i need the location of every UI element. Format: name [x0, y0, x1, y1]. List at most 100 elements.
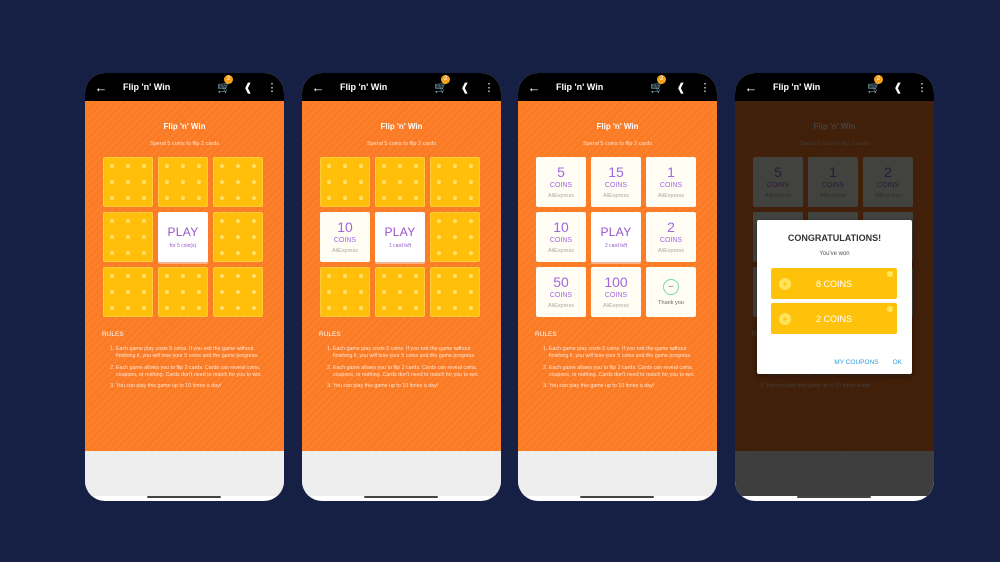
card-value: 2 [667, 219, 675, 235]
app-bar: ← Flip 'n' Win 🛒 2 ❰ ⋮ [518, 73, 717, 101]
back-arrow-icon[interactable]: ← [737, 80, 765, 95]
card-brand: AliExpress [603, 303, 629, 309]
app-bar: ← Flip 'n' Win 🛒 2 ❰ ⋮ [735, 73, 934, 101]
back-arrow-icon[interactable]: ← [304, 80, 332, 95]
card-hidden[interactable] [320, 267, 370, 317]
card-hidden[interactable] [158, 267, 208, 317]
more-vert-icon[interactable]: ⋮ [693, 81, 717, 94]
bottom-area [302, 451, 501, 496]
game-content: Flip 'n' Win Spend 5 coins to flip 2 car… [302, 101, 501, 451]
rules-section: RULES Each game play costs 5 coins. If y… [319, 331, 487, 394]
rules-title: RULES [102, 331, 124, 338]
play-button[interactable]: PLAY for 5 coin(s) [158, 212, 208, 262]
share-icon[interactable]: ❰ [886, 81, 910, 94]
share-icon[interactable]: ❰ [453, 81, 477, 94]
play-button[interactable]: PLAY 1 card left [375, 212, 425, 262]
game-subtitle: Spend 5 coins to flip 2 cards [149, 141, 220, 147]
cart-badge: 2 [441, 74, 450, 84]
card-hidden[interactable] [375, 157, 425, 207]
phone-screen-3: ← Flip 'n' Win 🛒 2 ❰ ⋮ Flip 'n' Win Spend… [518, 73, 717, 501]
card-unit: COINS [549, 237, 573, 244]
rules-section: RULES Each game play costs 5 coins. If y… [102, 331, 270, 394]
back-arrow-icon[interactable]: ← [520, 80, 548, 95]
card-hidden[interactable] [320, 157, 370, 207]
card-value: 50 [553, 274, 569, 290]
play-label: PLAY [384, 225, 416, 239]
card-hidden[interactable] [213, 212, 263, 262]
card-hidden[interactable] [213, 267, 263, 317]
rules-title: RULES [319, 331, 341, 338]
play-button[interactable]: PLAY 2 card left [591, 212, 641, 262]
card-revealed: 10 COINS AliExpress [320, 212, 370, 262]
card-hidden[interactable] [103, 212, 153, 262]
sparkle-icon [887, 306, 893, 312]
card-revealed: 5 COINS AliExpress [536, 157, 586, 207]
game-content: Flip 'n' Win Spend 5 coins to flip 2 car… [85, 101, 284, 451]
card-value: 5 [557, 164, 565, 180]
card-hidden[interactable] [430, 212, 480, 262]
game-title: Flip 'n' Win [596, 122, 639, 131]
cart-icon[interactable]: 🛒 2 [645, 74, 669, 94]
home-indicator[interactable] [580, 496, 654, 498]
app-title: Flip 'n' Win [123, 82, 171, 92]
ok-button[interactable]: OK [893, 359, 902, 366]
cart-badge: 2 [657, 74, 666, 84]
game-title: Flip 'n' Win [380, 122, 423, 131]
card-brand: AliExpress [332, 248, 358, 254]
cart-badge: 2 [874, 74, 883, 84]
card-grid: 10 COINS AliExpress PLAY 1 card left [320, 157, 482, 317]
prize-label: 2 COINS [815, 313, 852, 324]
rule-item: Each game play costs 5 coins. If you exi… [549, 346, 703, 361]
back-arrow-icon[interactable]: ← [87, 80, 115, 95]
rule-item: Each game allows you to flip 2 cards. Ca… [116, 365, 270, 380]
card-brand: AliExpress [603, 193, 629, 199]
app-bar: ← Flip 'n' Win 🛒 2 ❰ ⋮ [302, 73, 501, 101]
card-unit: COINS [549, 182, 573, 189]
card-brand: AliExpress [658, 193, 684, 199]
rule-item: You can play this game up to 10 times a … [549, 383, 703, 390]
rules-section: RULES Each game play costs 5 coins. If y… [535, 331, 703, 394]
card-thank-you: ⌣ Thank you [646, 267, 696, 317]
coin-icon: + [779, 278, 791, 290]
rules-title: RULES [535, 331, 557, 338]
card-hidden[interactable] [103, 157, 153, 207]
card-hidden[interactable] [213, 157, 263, 207]
home-indicator[interactable] [797, 496, 871, 498]
card-hidden[interactable] [430, 267, 480, 317]
cart-icon[interactable]: 🛒 2 [429, 74, 453, 94]
more-vert-icon[interactable]: ⋮ [260, 81, 284, 94]
my-coupons-button[interactable]: MY COUPONS [834, 359, 878, 366]
dialog-actions: MY COUPONS OK [834, 359, 902, 366]
card-hidden[interactable] [375, 267, 425, 317]
rule-item: You can play this game up to 10 times a … [116, 383, 270, 390]
card-unit: COINS [604, 182, 628, 189]
share-icon[interactable]: ❰ [669, 81, 693, 94]
card-hidden[interactable] [430, 157, 480, 207]
card-unit: COINS [549, 292, 573, 299]
card-brand: AliExpress [658, 248, 684, 254]
card-value: 15 [608, 164, 624, 180]
card-hidden[interactable] [103, 267, 153, 317]
home-indicator[interactable] [364, 496, 438, 498]
card-value: 1 [667, 164, 675, 180]
more-vert-icon[interactable]: ⋮ [910, 81, 934, 94]
cart-icon[interactable]: 🛒 2 [862, 74, 886, 94]
congratulations-dialog: CONGRATULATIONS! You've won + 8 COINS + … [757, 220, 912, 374]
share-icon[interactable]: ❰ [236, 81, 260, 94]
card-value: 100 [604, 274, 628, 290]
bottom-area [85, 451, 284, 496]
play-note: 1 card left [389, 243, 411, 249]
home-indicator[interactable] [147, 496, 221, 498]
card-unit: COINS [659, 182, 683, 189]
card-brand: AliExpress [548, 303, 574, 309]
more-vert-icon[interactable]: ⋮ [477, 81, 501, 94]
prize-coins: + 2 COINS [771, 303, 897, 334]
prize-coins: + 8 COINS [771, 268, 897, 299]
card-revealed: 2 COINS AliExpress [646, 212, 696, 262]
sparkle-icon [887, 271, 893, 277]
game-content: Flip 'n' Win Spend 5 coins to flip 2 car… [518, 101, 717, 451]
phone-screen-1: ← Flip 'n' Win 🛒 2 ❰ ⋮ Flip 'n' Win Spend… [85, 73, 284, 501]
rule-item: Each game play costs 5 coins. If you exi… [116, 346, 270, 361]
card-hidden[interactable] [158, 157, 208, 207]
cart-icon[interactable]: 🛒 2 [212, 74, 236, 94]
